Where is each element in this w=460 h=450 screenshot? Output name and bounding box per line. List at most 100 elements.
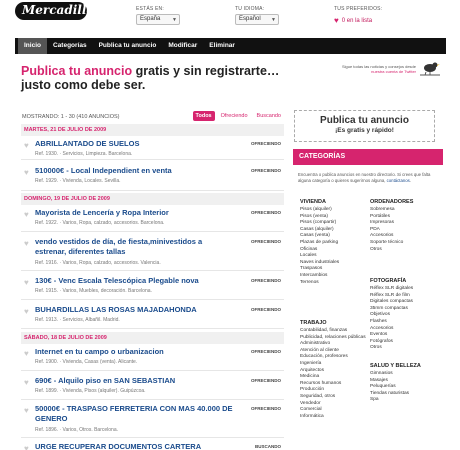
- ad-title[interactable]: 130€ - Venc Escala Telescópica Plegable …: [35, 276, 235, 286]
- date-header: SÁBADO, 18 DE JULIO DE 2009: [21, 332, 284, 344]
- ad-type: OFRECIENDO: [250, 168, 281, 173]
- list-item[interactable]: ♥ vendo vestidos de día, de fiesta,miniv…: [21, 236, 284, 271]
- list-item[interactable]: ♥ ABRILLANTADO DE SUELOS Ref. 1930. · Se…: [21, 138, 284, 160]
- filter-ofreciendo[interactable]: Ofreciendo: [218, 111, 251, 121]
- category-item[interactable]: Producción: [300, 387, 368, 394]
- list-item[interactable]: ♥ Mayorista de Lencería y Ropa Interior …: [21, 207, 284, 232]
- category-item[interactable]: Spa: [370, 397, 438, 404]
- category-item[interactable]: Casas (venta): [300, 233, 368, 240]
- category-title[interactable]: SALUD Y BELLEZA: [370, 363, 438, 369]
- filter-buscando[interactable]: Buscando: [254, 111, 284, 121]
- ad-type: OFRECIENDO: [250, 378, 281, 383]
- country-value: España: [140, 16, 161, 22]
- category-title[interactable]: ORDENADORES: [370, 199, 438, 205]
- category-column: VIVIENDA Pisos (alquiler) Pisos (venta) …: [300, 199, 368, 286]
- category-item[interactable]: Otros: [370, 345, 438, 352]
- category-item[interactable]: Administrativo: [300, 341, 368, 348]
- ad-title[interactable]: 510000€ - Local Independient en venta: [35, 166, 235, 176]
- favorites-link[interactable]: ♥ 0 en la lista: [334, 16, 382, 25]
- ad-title[interactable]: ABRILLANTADO DE SUELOS: [35, 139, 235, 149]
- category-item[interactable]: Digitales compactas: [370, 299, 438, 306]
- category-title[interactable]: FOTOGRAFÍA: [370, 278, 438, 284]
- category-item[interactable]: Informática: [300, 414, 368, 421]
- category-item[interactable]: Réflex SLR digitales: [370, 286, 438, 293]
- ad-title[interactable]: 690€ - Alquilo piso en SAN SEBASTIAN: [35, 376, 235, 386]
- list-item[interactable]: ♥ 130€ - Venc Escala Telescópica Plegabl…: [21, 275, 284, 300]
- filter-todos[interactable]: Todos: [192, 111, 215, 121]
- category-item[interactable]: Otros: [370, 247, 438, 254]
- heart-icon[interactable]: ♥: [24, 444, 29, 450]
- ad-title[interactable]: BUHARDILLAS LAS ROSAS MAJADAHONDA: [35, 305, 235, 315]
- category-item[interactable]: Ingeniería: [300, 361, 368, 368]
- category-item[interactable]: Seguridad, otros: [300, 394, 368, 401]
- list-item[interactable]: ♥ 510000€ - Local Independient en venta …: [21, 165, 284, 191]
- category-item[interactable]: Eventos: [370, 332, 438, 339]
- ad-meta: Ref. 1916. · Varios, Ropa, calzado, acce…: [35, 260, 161, 266]
- ad-type: OFRECIENDO: [250, 141, 281, 146]
- ad-title[interactable]: URGE RECUPERAR DOCUMENTOS CARTERA ROBADA: [35, 442, 235, 450]
- category-item[interactable]: Comercial: [300, 407, 368, 414]
- category-item[interactable]: Educación, profesores: [300, 354, 368, 361]
- category-item[interactable]: Medicina: [300, 374, 368, 381]
- heart-icon[interactable]: ♥: [24, 307, 29, 316]
- nav-categorias[interactable]: Categorías: [47, 38, 93, 54]
- category-item[interactable]: Traspasos: [300, 266, 368, 273]
- category-item[interactable]: Accesorios: [370, 233, 438, 240]
- language-select[interactable]: Español ▼: [235, 14, 279, 25]
- heart-icon[interactable]: ♥: [24, 168, 29, 177]
- category-title[interactable]: VIVIENDA: [300, 199, 368, 205]
- category-item[interactable]: Impresoras: [370, 220, 438, 227]
- site-logo-text[interactable]: Mercadillo: [22, 3, 94, 17]
- nav-modificar[interactable]: Modificar: [162, 38, 203, 54]
- category-item[interactable]: Flashes: [370, 319, 438, 326]
- twitter-link[interactable]: nuestra cuenta de Twitter: [312, 69, 416, 74]
- category-item[interactable]: Contabilidad, finanzas: [300, 328, 368, 335]
- ad-meta: Ref. 1930. · Servicios, Limpieza. Barcel…: [35, 151, 133, 157]
- heart-icon[interactable]: ♥: [24, 239, 29, 248]
- contact-link[interactable]: contáctanos: [387, 178, 410, 183]
- ad-title[interactable]: vendo vestidos de día, de fiesta,minives…: [35, 237, 235, 257]
- country-label: ESTÁS EN:: [136, 6, 164, 12]
- category-item[interactable]: Intercambios: [300, 273, 368, 280]
- ad-title[interactable]: Mayorista de Lencería y Ropa Interior: [35, 208, 235, 218]
- hero-highlight[interactable]: Publica tu anuncio: [21, 64, 132, 78]
- ad-title[interactable]: 50000€ - TRASPASO FERRETERIA CON MAS 40.…: [35, 404, 235, 424]
- list-header: MOSTRANDO: 1 - 30 (410 ANUNCIOS) Todos O…: [22, 111, 284, 123]
- publish-cta[interactable]: Publica tu anuncio ¡Es gratis y rápido!: [294, 110, 435, 142]
- heart-icon[interactable]: ♥: [24, 349, 29, 358]
- nav-inicio[interactable]: Inicio: [18, 38, 47, 54]
- category-item[interactable]: Objetivos: [370, 312, 438, 319]
- nav-publica[interactable]: Publica tu anuncio: [93, 38, 163, 54]
- category-item[interactable]: Tiendas naturistas: [370, 391, 438, 398]
- list-item[interactable]: ♥ BUHARDILLAS LAS ROSAS MAJADAHONDA Ref.…: [21, 304, 284, 329]
- category-item[interactable]: Pisos (compartir): [300, 220, 368, 227]
- category-item[interactable]: Locales: [300, 253, 368, 260]
- category-column: TRABAJO Contabilidad, finanzas Publicida…: [300, 320, 368, 420]
- ad-title[interactable]: Internet en tu campo o urbanizacion: [35, 347, 235, 357]
- category-item[interactable]: Peluquerías: [370, 384, 438, 391]
- category-title[interactable]: TRABAJO: [300, 320, 368, 326]
- hero-headline: Publica tu anuncio gratis y sin registra…: [21, 64, 311, 92]
- heart-icon[interactable]: ♥: [24, 141, 29, 150]
- heart-icon[interactable]: ♥: [24, 278, 29, 287]
- category-item[interactable]: Terrenos: [300, 280, 368, 287]
- heart-icon[interactable]: ♥: [24, 406, 29, 415]
- list-item[interactable]: ♥ 50000€ - TRASPASO FERRETERIA CON MAS 4…: [21, 403, 284, 438]
- country-select[interactable]: España ▼: [136, 14, 180, 25]
- category-item[interactable]: Gimnasios: [370, 371, 438, 378]
- heart-icon[interactable]: ♥: [24, 210, 29, 219]
- category-item[interactable]: Plazas de parking: [300, 240, 368, 247]
- list-item[interactable]: ♥ URGE RECUPERAR DOCUMENTOS CARTERA ROBA…: [21, 441, 284, 450]
- category-item[interactable]: Soporte técnico: [370, 240, 438, 247]
- category-item[interactable]: Pisos (alquiler): [300, 207, 368, 214]
- favorites-label: TUS PREFERIDOS:: [334, 6, 383, 12]
- nav-eliminar[interactable]: Eliminar: [203, 38, 241, 54]
- list-item[interactable]: ♥ 690€ - Alquilo piso en SAN SEBASTIAN R…: [21, 375, 284, 400]
- category-column: SALUD Y BELLEZA Gimnasios Masajes Peluqu…: [370, 363, 438, 404]
- category-item[interactable]: Sobremesa: [370, 207, 438, 214]
- heart-icon[interactable]: ♥: [24, 378, 29, 387]
- list-item[interactable]: ♥ Internet en tu campo o urbanizacion Re…: [21, 346, 284, 371]
- categories-intro: Encuentra o publica anuncios en nuestro …: [298, 172, 431, 183]
- category-column: FOTOGRAFÍA Réflex SLR digitales Réflex S…: [370, 278, 438, 352]
- categories-intro-text: Encuentra o publica anuncios en nuestro …: [298, 172, 431, 183]
